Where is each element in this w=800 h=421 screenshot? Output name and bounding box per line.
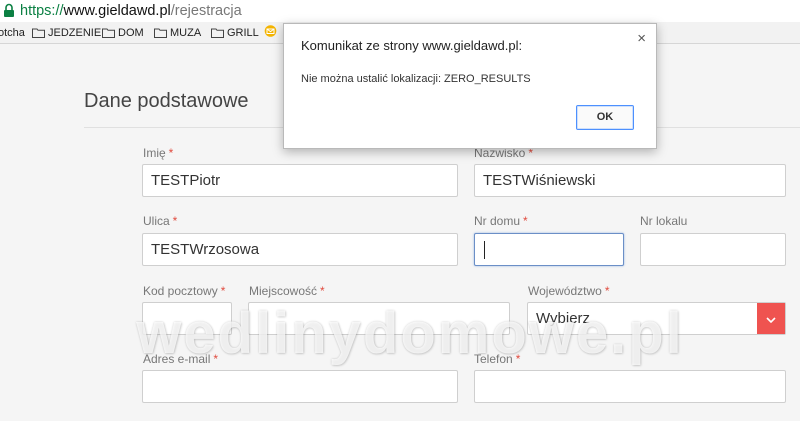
miejscowosc-field[interactable] [248, 302, 510, 335]
dialog-message: Nie można ustalić lokalizacji: ZERO_RESU… [301, 73, 531, 85]
folder-icon [32, 28, 45, 38]
ulica-label-text: Ulica [143, 214, 170, 228]
bookmark-label: otcha [0, 26, 25, 39]
folder-icon [211, 28, 224, 38]
kod-pocztowy-field[interactable] [142, 302, 232, 335]
telefon-field[interactable] [474, 370, 786, 403]
nr-domu-field[interactable] [474, 233, 624, 266]
imie-value: TESTPiotr [151, 172, 221, 189]
dialog-title: Komunikat ze strony www.gieldawd.pl: [301, 38, 523, 53]
required-mark: * [604, 284, 610, 298]
imie-label: Imię * [143, 146, 173, 160]
nazwisko-value: TESTWiśniewski [483, 172, 596, 189]
email-label: Adres e-mail * [143, 352, 218, 366]
kod-label-text: Kod pocztowy [143, 284, 218, 298]
required-mark: * [168, 146, 174, 160]
text-cursor [484, 241, 485, 259]
bookmark-label: DOM [118, 26, 144, 39]
imie-label-text: Imię [143, 146, 166, 160]
bookmark-item[interactable]: otcha [0, 25, 25, 40]
ulica-label: Ulica * [143, 214, 177, 228]
lock-icon [3, 3, 17, 19]
alert-dialog: Komunikat ze strony www.gieldawd.pl: × N… [283, 23, 657, 149]
wojewodztwo-value: Wybierz [536, 310, 591, 327]
wojewodztwo-select[interactable]: Wybierz [527, 302, 786, 335]
email-field[interactable] [142, 370, 458, 403]
url-protocol: https:// [20, 3, 64, 19]
bookmark-label: MUZA [170, 26, 202, 39]
imie-field[interactable]: TESTPiotr [142, 164, 458, 197]
wojewodztwo-label: Województwo * [528, 284, 609, 298]
close-icon[interactable]: × [637, 30, 646, 47]
bookmark-folder-dom[interactable]: DOM [102, 25, 144, 40]
telefon-label: Telefon * [474, 352, 520, 366]
bookmark-label: JEDZENIE [48, 26, 102, 39]
nr-domu-label-text: Nr domu [474, 214, 521, 228]
nazwisko-field[interactable]: TESTWiśniewski [474, 164, 786, 197]
ok-button[interactable]: OK [576, 105, 634, 130]
bookmark-label: GRILL [227, 26, 259, 39]
folder-icon [154, 28, 167, 38]
ulica-value: TESTWrzosowa [151, 241, 260, 258]
required-mark: * [523, 214, 528, 228]
folder-icon [102, 28, 115, 38]
url-path: /rejestracja [170, 3, 242, 19]
url-text[interactable]: https://www.gieldawd.pl/rejestracja [20, 2, 242, 20]
required-mark: * [320, 284, 325, 298]
required-mark: * [213, 352, 219, 366]
nr-lokalu-label: Nr lokalu [640, 214, 687, 228]
required-mark: * [515, 352, 521, 366]
email-label-text: Adres e-mail [143, 352, 211, 366]
ulica-field[interactable]: TESTWrzosowa [142, 233, 458, 266]
miejscowosc-label: Miejscowość * [249, 284, 325, 298]
bookmark-folder-grill[interactable]: GRILL [211, 25, 259, 40]
telefon-label-text: Telefon [474, 352, 513, 366]
mail-icon [264, 25, 277, 40]
bookmark-mail[interactable] [264, 25, 277, 40]
nr-lokalu-field[interactable] [640, 233, 786, 266]
kod-pocztowy-label: Kod pocztowy * [143, 284, 225, 298]
miejscowosc-label-text: Miejscowość [249, 284, 318, 298]
required-mark: * [220, 284, 226, 298]
required-mark: * [172, 214, 178, 228]
bookmark-folder-jedzenie[interactable]: JEDZENIE [32, 25, 101, 40]
wojewodztwo-label-text: Województwo [528, 284, 602, 298]
chevron-down-icon [766, 303, 776, 334]
url-host: www.gieldawd.pl [63, 3, 171, 19]
page-title: Dane podstawowe [84, 90, 249, 112]
nr-domu-label: Nr domu * [474, 214, 528, 228]
nr-lokalu-label-text: Nr lokalu [640, 214, 688, 228]
address-bar[interactable]: https://www.gieldawd.pl/rejestracja [0, 0, 800, 23]
dropdown-button[interactable] [757, 303, 785, 334]
bookmark-folder-muza[interactable]: MUZA [154, 25, 201, 40]
